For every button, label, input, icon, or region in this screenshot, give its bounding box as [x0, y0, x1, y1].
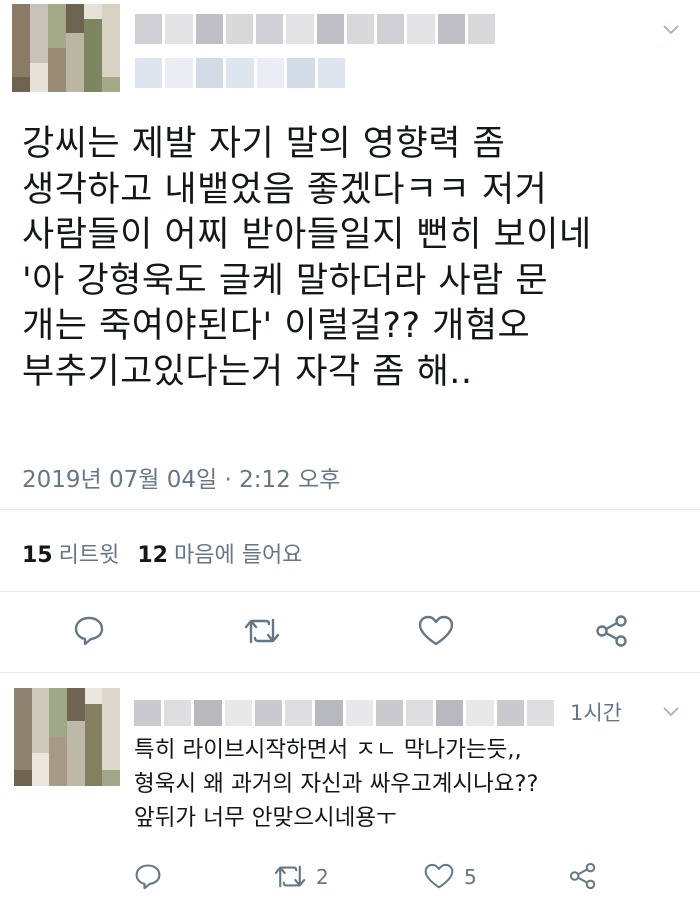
retweet-stat[interactable]: 15 리트윗 — [22, 537, 119, 569]
heart-icon — [424, 863, 454, 889]
reply-retweet-button[interactable]: 2 — [274, 863, 329, 890]
reply-icon — [74, 616, 104, 646]
retweet-icon — [274, 865, 306, 888]
retweet-count: 15 — [22, 543, 53, 568]
tweet-stats: 15 리트윗 12 마음에 들어요 — [22, 537, 302, 569]
reply-time[interactable]: 1시간 — [570, 697, 622, 727]
retweet-label: 리트윗 — [58, 543, 120, 568]
heart-icon — [418, 615, 454, 646]
reply-button[interactable] — [73, 614, 105, 646]
reply-icon — [135, 864, 161, 890]
author-avatar[interactable] — [12, 4, 120, 92]
divider — [0, 509, 700, 510]
share-icon — [596, 615, 627, 647]
reply-author-avatar[interactable] — [14, 688, 120, 786]
divider — [0, 591, 700, 592]
reply-like-count: 5 — [464, 864, 477, 889]
like-stat[interactable]: 12 마음에 들어요 — [137, 537, 302, 569]
reply-author-name-censored[interactable] — [134, 700, 555, 726]
reply-share-button[interactable] — [568, 861, 598, 891]
reply-reply-button[interactable] — [134, 862, 162, 890]
like-label: 마음에 들어요 — [173, 543, 303, 568]
chevron-down-icon — [663, 707, 679, 717]
tweet-timestamp[interactable]: 2019년 07월 04일 · 2:12 오후 — [22, 460, 340, 494]
like-count: 12 — [137, 543, 168, 568]
tweet-text: 강씨는 제발 자기 말의 영향력 좀 생각하고 내뱉었음 좋겠다ㅋㅋ 저거 사람… — [22, 124, 592, 392]
retweet-icon — [244, 618, 280, 644]
retweet-button[interactable] — [244, 616, 280, 646]
author-name-censored[interactable] — [135, 14, 495, 44]
reply-text: 특히 라이브시작하면서 ㅈㄴ 막나가는듯,, 형욱시 왜 과거의 자신과 싸우고… — [134, 737, 539, 831]
reply-like-button[interactable]: 5 — [424, 863, 477, 890]
tweet-menu-button[interactable] — [660, 18, 684, 42]
share-button[interactable] — [594, 614, 630, 648]
reply-menu-button[interactable] — [660, 700, 684, 724]
like-button[interactable] — [418, 615, 454, 647]
divider — [0, 672, 700, 673]
reply-retweet-count: 2 — [316, 864, 329, 889]
share-icon — [569, 862, 596, 890]
author-handle-censored[interactable] — [135, 58, 345, 88]
chevron-down-icon — [663, 25, 679, 35]
